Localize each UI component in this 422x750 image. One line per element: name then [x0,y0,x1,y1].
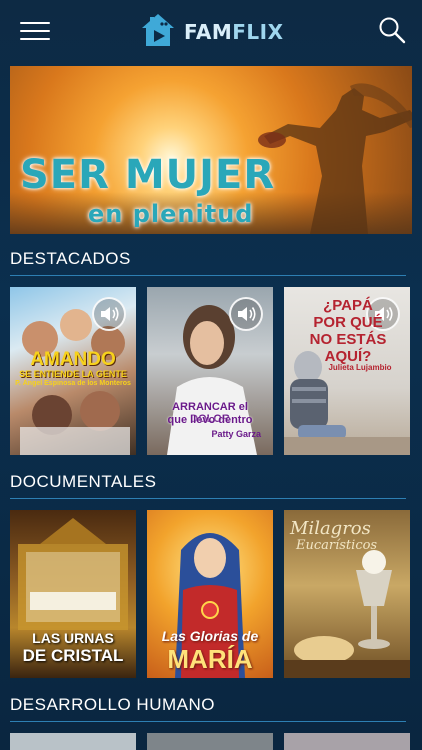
section-title-desarrollo-humano: DESARROLLO HUMANO [10,695,215,714]
card-desarrollo-3[interactable] [284,733,410,750]
card-las-glorias-de-maria[interactable]: Las Glorias de MARÍA [147,510,273,678]
hero-title: SER MUJER [20,152,276,198]
card-subtitle: Eucarísticos [296,538,378,553]
card-title: LAS URNAS [32,630,114,646]
card-subtitle: MARÍA [167,644,253,674]
app-name-part1: FAM [184,20,233,44]
card-title: Milagros [290,518,371,539]
house-play-logo-icon [142,14,174,46]
menu-line [20,22,50,24]
card-milagros-eucaristicos[interactable]: Milagros Eucarísticos [284,510,410,678]
section-divider [10,721,406,722]
card-desarrollo-2[interactable] [147,733,273,750]
menu-line [20,38,50,40]
card-arrancar-el-dolor[interactable]: ARRANCAR el DOLOR que llevo dentro Patty… [147,287,273,455]
card-credit: P. Ángel Espinosa de los Monteros [15,380,131,387]
app-logo[interactable]: FAMFLIX [140,12,290,50]
card-credit: Julieta Lujambio [328,363,392,372]
section-title-destacados: DESTACADOS [10,249,131,268]
hero-subtitle: en plenitud [88,200,254,228]
card-amando[interactable]: AMANDO SE ENTIENDE LA GENTE P. Ángel Esp… [10,287,136,455]
card-las-urnas-de-cristal[interactable]: LAS URNAS DE CRISTAL [10,510,136,678]
menu-line [20,30,50,32]
hamburger-menu-icon[interactable] [20,20,52,42]
app-name-part2: FLIX [232,20,284,44]
card-title: AMANDO [30,349,116,370]
section-divider [10,275,406,276]
magnifier-search-icon[interactable] [378,16,406,44]
section-title-documentales: DOCUMENTALES [10,472,157,491]
section-divider [10,498,406,499]
card-credit: Patty Garza [211,429,261,439]
card-subtitle: DE CRISTAL [22,646,124,665]
card-subtitle: SE ENTIENDE LA GENTE [19,369,127,379]
card-title: ¿PAPÁ POR QUÉ NO ESTÁS AQUÍ? [309,297,387,365]
card-papa-por-que[interactable]: ¿PAPÁ POR QUÉ NO ESTÁS AQUÍ? Julieta Luj… [284,287,410,455]
top-bar: FAMFLIX [0,0,422,62]
speaker-icon[interactable] [92,297,126,331]
woman-silhouette-image [258,83,412,234]
card-subtitle: que llevo dentro [167,414,253,426]
speaker-icon[interactable] [229,297,263,331]
app-name: FAMFLIX [184,20,284,44]
card-title: Las Glorias de [161,628,259,644]
hero-banner[interactable]: SER MUJER en plenitud [10,66,412,234]
card-desarrollo-1[interactable] [10,733,136,750]
